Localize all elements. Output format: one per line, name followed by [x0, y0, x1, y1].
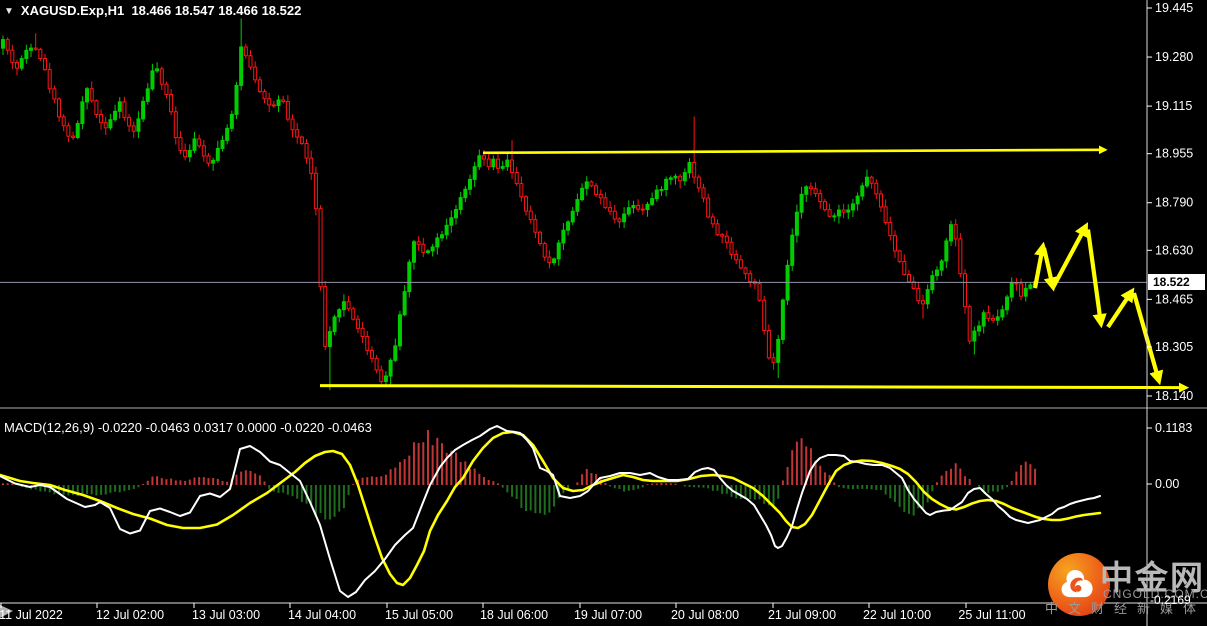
- time-tick-label: 25 Jul 11:00: [958, 608, 1025, 622]
- time-tick-label: 20 Jul 08:00: [671, 608, 739, 622]
- price-tick-label: 19.280: [1155, 50, 1193, 64]
- price-tick-label: 18.140: [1155, 389, 1193, 403]
- price-tick-label: 18.790: [1155, 196, 1193, 210]
- time-tick-label: 18 Jul 06:00: [480, 608, 548, 622]
- time-tick-label: 21 Jul 09:00: [768, 608, 836, 622]
- macd-legend: MACD(12,26,9) -0.0220 -0.0463 0.0317 0.0…: [4, 420, 372, 435]
- macd-tick-label: 0.00: [1155, 477, 1179, 491]
- price-tick-label: 19.445: [1155, 1, 1193, 15]
- time-tick-label: 11 Jul 2022: [0, 608, 63, 622]
- symbol-label: XAGUSD.Exp,H1: [20, 3, 125, 18]
- time-tick-label: 12 Jul 02:00: [96, 608, 164, 622]
- chart-legend: ▼ XAGUSD.Exp,H1 18.466 18.547 18.466 18.5…: [4, 3, 301, 18]
- chart-canvas[interactable]: 19.445 19.280 19.115 18.955 18.790 18.630 18.4…: [0, 0, 1207, 626]
- ohlc-values: 18.466 18.547 18.466 18.522: [131, 3, 302, 18]
- price-tick-label: 18.955: [1155, 147, 1193, 161]
- time-tick-label: 13 Jul 03:00: [192, 608, 260, 622]
- price-tick-label: 19.115: [1155, 99, 1192, 113]
- time-tick-label: 22 Jul 10:00: [863, 608, 931, 622]
- price-tick-label: 18.630: [1155, 243, 1193, 257]
- macd-tick-label: 0.1183: [1155, 421, 1192, 435]
- macd-min-label: -0.2169: [1150, 593, 1191, 607]
- current-price-label: 18.522: [1148, 274, 1205, 290]
- symbol-dropdown-icon[interactable]: ▼: [4, 6, 14, 17]
- price-tick-label: 18.305: [1155, 340, 1193, 354]
- support-line: [319, 382, 1190, 393]
- chart-background: [0, 0, 1207, 626]
- time-tick-label: 14 Jul 04:00: [288, 608, 356, 622]
- price-tick-label: 18.465: [1155, 292, 1193, 306]
- chart-window: 19.445 19.280 19.115 18.955 18.790 18.630 18.4…: [0, 0, 1207, 626]
- time-tick-label: 19 Jul 07:00: [574, 608, 642, 622]
- time-tick-label: 15 Jul 05:00: [385, 608, 453, 622]
